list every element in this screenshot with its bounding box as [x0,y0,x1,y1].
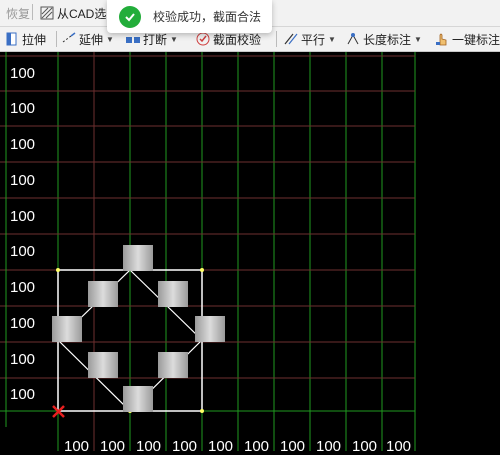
rebar-marker[interactable] [88,352,118,378]
y-axis-label: 100 [10,100,36,117]
y-axis-label: 100 [10,65,36,82]
success-toast: 校验成功，截面合法 [107,0,272,33]
chevron-down-icon[interactable]: ▼ [328,35,336,44]
stretch-button[interactable]: 拉伸 [5,27,46,51]
chevron-down-icon[interactable]: ▼ [106,35,114,44]
rebar-marker[interactable] [88,281,118,307]
toast-message: 校验成功，截面合法 [153,10,262,24]
import-cad-button[interactable]: 从CAD选 [40,0,106,26]
y-axis-label: 100 [10,243,36,260]
chevron-down-icon[interactable]: ▼ [170,35,178,44]
rebar-marker[interactable] [195,316,225,342]
toolbar-separator [276,31,277,47]
rebar-marker[interactable] [158,352,188,378]
x-axis-label: 100 [280,438,306,455]
drawing-canvas[interactable]: 100 100 100 100 100 100 100 100 100 100 … [0,52,500,455]
success-check-icon [119,5,141,28]
hand-pointer-icon [436,33,447,46]
x-axis-label: 100 [316,438,342,455]
x-axis-label: 100 [352,438,378,455]
x-axis-label: 100 [386,438,412,455]
check-shield-icon [196,32,210,46]
y-axis-label: 100 [10,386,36,403]
stretch-icon [6,32,17,46]
x-axis-label: 100 [100,438,126,455]
vertex-point[interactable] [200,409,204,413]
rebar-marker[interactable] [52,316,82,342]
y-axis-label: 100 [10,279,36,296]
toolbar-separator [56,31,57,47]
x-axis-label: 100 [208,438,234,455]
x-axis-label: 100 [172,438,198,455]
length-dimension-button[interactable]: 长度标注 ▼ [346,27,422,51]
rebar-marker[interactable] [158,281,188,307]
extend-button[interactable]: 延伸 ▼ [62,27,114,51]
y-axis-label: 100 [10,136,36,153]
vertex-point[interactable] [56,268,60,272]
grid-drawing [0,52,416,451]
extend-icon [62,32,76,43]
one-key-dimension-button[interactable]: 一键标注 [435,27,500,51]
cad-import-icon [40,6,54,20]
chevron-down-icon[interactable]: ▼ [414,35,422,44]
y-axis-label: 100 [10,208,36,225]
dimension-icon [347,33,359,45]
toolbar-separator [32,4,33,20]
x-axis-label: 100 [136,438,162,455]
rebar-marker[interactable] [123,245,153,271]
x-axis-label: 100 [64,438,90,455]
undo-button[interactable]: 恢复 [3,0,30,26]
vertex-point[interactable] [200,268,204,272]
y-axis-label: 100 [10,315,36,332]
grid-lines [0,52,416,451]
break-icon [126,37,140,43]
parallel-button[interactable]: 平行 ▼ [284,27,336,51]
y-axis-label: 100 [10,172,36,189]
parallel-icon [284,33,298,45]
x-axis-label: 100 [244,438,270,455]
rebar-marker[interactable] [123,386,153,412]
y-axis-label: 100 [10,351,36,368]
